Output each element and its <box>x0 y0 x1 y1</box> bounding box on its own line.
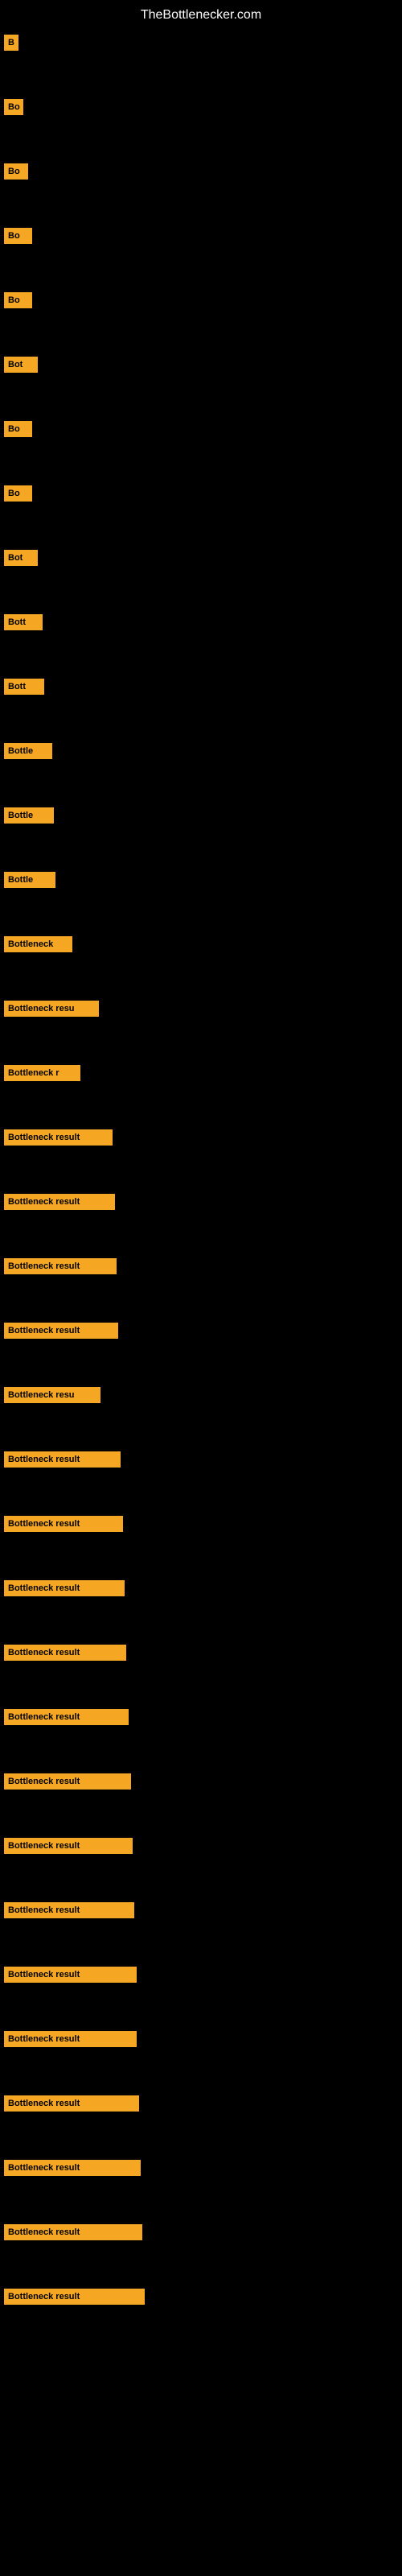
bottleneck-badge[interactable]: Bottleneck result <box>4 2031 137 2047</box>
bottleneck-badge[interactable]: Bo <box>4 99 23 115</box>
bottleneck-badge[interactable]: Bottleneck result <box>4 2160 141 2176</box>
badge-row: Bottleneck resu <box>0 1387 402 1403</box>
bottleneck-badge[interactable]: Bottleneck result <box>4 1451 121 1468</box>
bottleneck-badge[interactable]: B <box>4 35 18 51</box>
badge-row: Bottleneck result <box>0 1451 402 1468</box>
badge-row: Bottleneck result <box>0 1902 402 1918</box>
badge-row: Bottleneck result <box>0 1709 402 1725</box>
badge-row: Bottle <box>0 807 402 824</box>
badge-row: Bottleneck resu <box>0 1001 402 1017</box>
badge-row: Bottleneck result <box>0 2224 402 2240</box>
badge-row: Bo <box>0 99 402 115</box>
bottleneck-badge[interactable]: Bo <box>4 292 32 308</box>
badge-row: Bottleneck result <box>0 1194 402 1210</box>
badge-row: Bottle <box>0 743 402 759</box>
badge-row: Bo <box>0 292 402 308</box>
bottleneck-badge[interactable]: Bottleneck result <box>4 1258 117 1274</box>
bottleneck-badge[interactable]: Bottle <box>4 872 55 888</box>
badge-row: B <box>0 35 402 51</box>
bottleneck-badge[interactable]: Bottleneck result <box>4 1194 115 1210</box>
bottleneck-badge[interactable]: Bott <box>4 679 44 695</box>
bottleneck-badge[interactable]: Bo <box>4 228 32 244</box>
badge-row: Bottleneck result <box>0 1773 402 1790</box>
bottleneck-badge[interactable]: Bottleneck result <box>4 1773 131 1790</box>
badge-row: Bottleneck result <box>0 1580 402 1596</box>
badge-row: Bottleneck r <box>0 1065 402 1081</box>
badge-row: Bottleneck result <box>0 1967 402 1983</box>
bottleneck-badge[interactable]: Bottleneck result <box>4 1516 123 1532</box>
badge-row: Bottleneck result <box>0 2095 402 2112</box>
badge-row: Bot <box>0 550 402 566</box>
bottleneck-badge[interactable]: Bottleneck result <box>4 1129 113 1146</box>
bottleneck-badge[interactable]: Bottle <box>4 807 54 824</box>
bottleneck-badge[interactable]: Bottleneck result <box>4 1580 125 1596</box>
badge-row: Bo <box>0 421 402 437</box>
badge-row: Bottle <box>0 872 402 888</box>
bottleneck-badge[interactable]: Bottleneck r <box>4 1065 80 1081</box>
badge-row: Bottleneck result <box>0 1258 402 1274</box>
bottleneck-badge[interactable]: Bo <box>4 485 32 502</box>
badge-row: Bott <box>0 614 402 630</box>
badge-row: Bo <box>0 163 402 180</box>
bottleneck-badge[interactable]: Bottleneck result <box>4 1323 118 1339</box>
site-title: TheBottlenecker.com <box>0 0 402 35</box>
bottleneck-badge[interactable]: Bottleneck result <box>4 2095 139 2112</box>
bottleneck-badge[interactable]: Bottleneck result <box>4 1709 129 1725</box>
bottleneck-badge[interactable]: Bott <box>4 614 43 630</box>
badge-row: Bottleneck result <box>0 1838 402 1854</box>
badge-row: Bott <box>0 679 402 695</box>
badge-row: Bottleneck result <box>0 1645 402 1661</box>
badge-row: Bottleneck result <box>0 1129 402 1146</box>
bottleneck-badge[interactable]: Bo <box>4 163 28 180</box>
badge-row: Bottleneck result <box>0 2031 402 2047</box>
bottleneck-badge[interactable]: Bot <box>4 550 38 566</box>
badge-row: Bottleneck result <box>0 2160 402 2176</box>
bottleneck-badge[interactable]: Bottleneck <box>4 936 72 952</box>
bottleneck-badge[interactable]: Bottleneck result <box>4 1902 134 1918</box>
badge-row: Bottleneck result <box>0 1323 402 1339</box>
badge-row: Bottleneck <box>0 936 402 952</box>
badge-row: Bo <box>0 228 402 244</box>
bottleneck-badge[interactable]: Bot <box>4 357 38 373</box>
bottleneck-badge[interactable]: Bottleneck result <box>4 2224 142 2240</box>
bottleneck-badge[interactable]: Bottleneck result <box>4 1645 126 1661</box>
bottleneck-badge[interactable]: Bottleneck result <box>4 1838 133 1854</box>
badge-row: Bottleneck result <box>0 2289 402 2305</box>
bottleneck-badge[interactable]: Bottleneck result <box>4 2289 145 2305</box>
bottleneck-badge[interactable]: Bo <box>4 421 32 437</box>
bottleneck-badge[interactable]: Bottleneck resu <box>4 1387 100 1403</box>
bottleneck-badge[interactable]: Bottle <box>4 743 52 759</box>
badge-row: Bo <box>0 485 402 502</box>
bottleneck-badge[interactable]: Bottleneck result <box>4 1967 137 1983</box>
badge-row: Bottleneck result <box>0 1516 402 1532</box>
bottleneck-badge[interactable]: Bottleneck resu <box>4 1001 99 1017</box>
badge-row: Bot <box>0 357 402 373</box>
